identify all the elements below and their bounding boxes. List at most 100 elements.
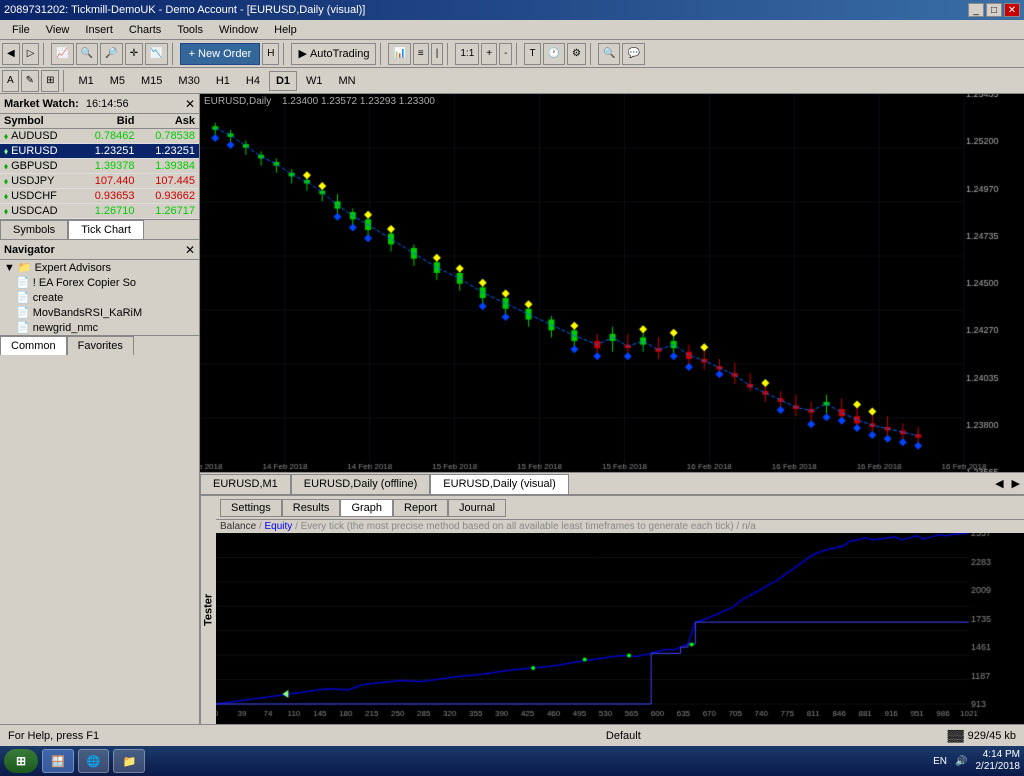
autotrading-button[interactable]: ▶ AutoTrading (291, 43, 376, 65)
period-separator-button[interactable]: | (431, 43, 444, 65)
menu-window[interactable]: Window (211, 20, 266, 40)
taskbar-app-windows[interactable]: 🪟 (42, 749, 74, 773)
nav-create[interactable]: 📄 create (0, 290, 199, 305)
comment-button[interactable]: 💬 (622, 43, 644, 65)
toolbar2: A ✎ ⊞ M1 M5 M15 M30 H1 H4 D1 W1 MN (0, 68, 1024, 94)
maximize-button[interactable]: □ (986, 3, 1002, 17)
sym-name: AUDUSD (11, 130, 57, 142)
tester-tab-settings[interactable]: Settings (220, 499, 282, 517)
market-watch-row[interactable]: ⬧ AUDUSD 0.78462 0.78538 (0, 129, 199, 144)
draw-button[interactable]: A (2, 70, 19, 92)
mw-tab-tick-chart[interactable]: Tick Chart (68, 220, 144, 239)
history-button[interactable]: H (262, 43, 279, 65)
menu-charts[interactable]: Charts (121, 20, 169, 40)
nav-ea-forex-copier[interactable]: 📄 ! EA Forex Copier So (0, 275, 199, 290)
graph-area[interactable] (216, 533, 1024, 724)
nav-file-icon1: 📄 (16, 276, 30, 289)
template-button[interactable]: T (524, 43, 540, 65)
tf-m30[interactable]: M30 (171, 71, 206, 91)
market-watch-row[interactable]: ⬧ USDCHF 0.93653 0.93662 (0, 189, 199, 204)
col-bid: Bid (78, 114, 139, 129)
settings-button[interactable]: ⚙ (567, 43, 586, 65)
menu-help[interactable]: Help (266, 20, 305, 40)
nav-tab-favorites[interactable]: Favorites (67, 336, 134, 355)
chart-zoom-in[interactable]: 🔍 (76, 43, 98, 65)
obj-list-button[interactable]: ≡ (413, 43, 429, 65)
navigator-body: ▼ 📁 Expert Advisors 📄 ! EA Forex Copier … (0, 260, 199, 335)
minimize-button[interactable]: _ (968, 3, 984, 17)
graph-canvas[interactable] (216, 533, 1024, 724)
tester-tab-results[interactable]: Results (282, 499, 341, 517)
tf-m1[interactable]: M1 (71, 71, 100, 91)
market-watch-row[interactable]: ⬧ GBPUSD 1.39378 1.39384 (0, 159, 199, 174)
mw-tab-symbols[interactable]: Symbols (0, 220, 68, 239)
navigator-close[interactable]: ✕ (185, 243, 195, 257)
market-watch-row[interactable]: ⬧ USDCAD 1.26710 1.26717 (0, 204, 199, 219)
clock-button[interactable]: 🕐 (543, 43, 565, 65)
forward-button[interactable]: ▷ (22, 43, 40, 65)
title-bar-controls[interactable]: _ □ ✕ (968, 3, 1020, 17)
taskbar-app-chrome[interactable]: 🌐 (78, 749, 110, 773)
start-button[interactable]: ⊞ (4, 749, 38, 773)
market-watch-row[interactable]: ⬧ EURUSD 1.23251 1.23251 (0, 144, 199, 159)
zoom-100-button[interactable]: 1:1 (455, 43, 479, 65)
back-button[interactable]: ◀ (2, 43, 20, 65)
tester-row: Tester Settings Results Graph Report Jou… (200, 496, 1024, 724)
zoom-minus-button[interactable]: - (499, 43, 512, 65)
ask-cell: 0.78538 (138, 129, 199, 144)
nav-tab-common[interactable]: Common (0, 336, 67, 355)
tf-m5[interactable]: M5 (103, 71, 132, 91)
chart-area[interactable]: EURUSD,Daily 1.23400 1.23572 1.23293 1.2… (200, 94, 1024, 472)
nav-movbands[interactable]: 📄 MovBandsRSI_KaRiM (0, 305, 199, 320)
system-tray: EN 🔊 4:14 PM 2/21/2018 (933, 749, 1020, 773)
status-memory: ▓▓ 929/45 kb (948, 730, 1016, 742)
tf-w1[interactable]: W1 (299, 71, 330, 91)
new-chart-button[interactable]: 📈 (51, 43, 73, 65)
market-watch-tabs: Symbols Tick Chart (0, 219, 199, 239)
menu-bar: File View Insert Charts Tools Window Hel… (0, 20, 1024, 40)
tf-mn[interactable]: MN (332, 71, 363, 91)
indicators-button[interactable]: 📊 (388, 43, 410, 65)
line-chart-button[interactable]: 📉 (145, 43, 167, 65)
equity-label: Equity (264, 521, 292, 532)
tf-h4[interactable]: H4 (239, 71, 267, 91)
close-button[interactable]: ✕ (1004, 3, 1020, 17)
pencil-button[interactable]: ✎ (21, 70, 39, 92)
chart-canvas[interactable] (200, 94, 1024, 472)
market-watch-row[interactable]: ⬧ USDJPY 107.440 107.445 (0, 174, 199, 189)
new-order-button[interactable]: + New Order (180, 43, 261, 65)
chart-tab-daily-offline[interactable]: EURUSD,Daily (offline) (291, 474, 431, 494)
chart-zoom-out[interactable]: 🔎 (100, 43, 122, 65)
tester-side-label[interactable]: Tester (200, 496, 216, 724)
chart-tab-m1[interactable]: EURUSD,M1 (200, 474, 291, 494)
tester-tab-graph[interactable]: Graph (340, 499, 393, 517)
market-watch-header: Market Watch: 16:14:56 ✕ (0, 94, 199, 114)
chart-tab-daily-visual[interactable]: EURUSD,Daily (visual) (430, 474, 568, 494)
tf-d1[interactable]: D1 (269, 71, 297, 91)
chart-tab-right[interactable]: ▶ (1008, 477, 1024, 490)
chart-tab-left[interactable]: ◀ (991, 477, 1007, 490)
nav-ea-label: Expert Advisors (35, 262, 111, 274)
menu-insert[interactable]: Insert (77, 20, 121, 40)
crosshair-button[interactable]: ✛ (125, 43, 143, 65)
search-button[interactable]: 🔍 (598, 43, 620, 65)
tester-tab-report[interactable]: Report (393, 499, 448, 517)
volume-icon: 🔊 (955, 756, 967, 767)
ask-cell: 0.93662 (138, 189, 199, 204)
tf-m15[interactable]: M15 (134, 71, 169, 91)
chart-tabs: EURUSD,M1 EURUSD,Daily (offline) EURUSD,… (200, 472, 1024, 494)
nav-newgrid[interactable]: 📄 newgrid_nmc (0, 320, 199, 335)
nav-expert-advisors[interactable]: ▼ 📁 Expert Advisors (0, 260, 199, 275)
nav-file-icon4: 📄 (16, 321, 30, 334)
menu-view[interactable]: View (38, 20, 78, 40)
sep-tf (63, 70, 67, 92)
taskbar-app-folder[interactable]: 📁 (113, 749, 145, 773)
status-help-text: For Help, press F1 (8, 730, 99, 742)
tf-h1[interactable]: H1 (209, 71, 237, 91)
tester-tab-journal[interactable]: Journal (448, 499, 506, 517)
market-watch-close[interactable]: ✕ (185, 97, 195, 111)
menu-file[interactable]: File (4, 20, 38, 40)
draw-mode-button[interactable]: ⊞ (41, 70, 59, 92)
zoom-plus-button[interactable]: + (481, 43, 497, 65)
menu-tools[interactable]: Tools (169, 20, 211, 40)
